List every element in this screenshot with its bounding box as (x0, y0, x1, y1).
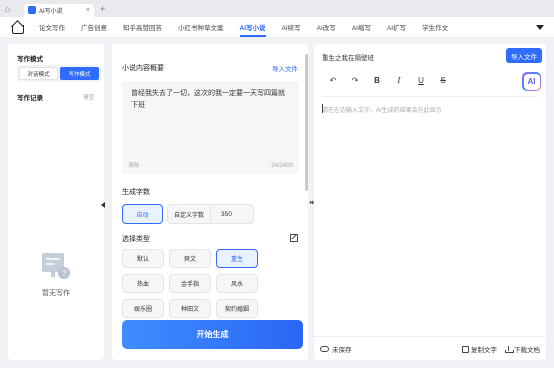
editor-placeholder[interactable]: 请在左边输入文字，AI生成的结果会在此显示 (322, 105, 442, 114)
records-title: 写作记录 (17, 95, 43, 102)
type-option[interactable]: 爽文 (169, 249, 211, 268)
mode-title: 写作模式 (17, 56, 43, 63)
ai-assistant-button[interactable]: AI (522, 72, 541, 91)
toolbar-divider (322, 96, 538, 97)
form-scrollbar[interactable] (305, 54, 308, 191)
window-tab-title: AI写小说 (39, 8, 63, 15)
download-icon (505, 345, 514, 353)
home-icon[interactable] (11, 21, 24, 34)
type-option[interactable]: 种田文 (169, 299, 211, 318)
dialog-mode-button[interactable]: 对话模式 (19, 67, 58, 80)
length-options: 自动 自定义字数 350 (122, 204, 254, 224)
collapse-sidebar-icon[interactable] (101, 202, 105, 208)
footer-divider (314, 336, 546, 337)
clear-records-button[interactable]: 清空 (83, 93, 94, 101)
home-icon[interactable]: ⌂ (5, 4, 15, 14)
redo-icon[interactable]: ↷ (344, 71, 366, 89)
type-option[interactable]: 契约婚姻 (216, 299, 258, 318)
type-option[interactable]: 风水 (216, 274, 258, 293)
tab-paper-writing[interactable]: 论文写作 (31, 17, 73, 37)
type-option[interactable]: 金手指 (169, 274, 211, 293)
summary-textarea[interactable]: 曾经我失去了一切，这次的我一定要一天写四篇就下班 清除 24/2400 (122, 81, 299, 174)
copy-text-label: 复制文字 (471, 347, 497, 354)
app-logo-icon (28, 6, 36, 14)
type-option[interactable]: 娱乐圈 (122, 299, 164, 318)
more-tabs-icon[interactable] (536, 24, 544, 30)
tab-ai-rewrite[interactable]: AI改写 (309, 17, 344, 37)
type-option-selected[interactable]: 重生 (216, 249, 258, 268)
title-bar: ⌂ AI写小说 × + (0, 0, 554, 17)
document-title[interactable]: 重生之我在隔壁班 (322, 52, 374, 62)
custom-length-button[interactable]: 自定义字数 (168, 205, 211, 223)
tab-ai-shorten[interactable]: AI缩写 (344, 17, 379, 37)
custom-length-group: 自定义字数 350 (167, 204, 254, 224)
tab-ad-creative[interactable]: 广告创意 (73, 17, 115, 37)
download-doc-button[interactable]: 下载文档 (505, 344, 540, 354)
feature-tabs-bar: 论文写作 广告创意 知乎高赞回答 小红书种草文案 AI写小说 AI续写 AI改写… (0, 17, 554, 38)
strikethrough-button[interactable]: S (432, 71, 454, 89)
copy-icon (462, 345, 469, 353)
summary-label: 小说内容概要 (122, 65, 164, 72)
feature-tabs: 论文写作 广告创意 知乎高赞回答 小红书种草文案 AI写小说 AI续写 AI改写… (31, 17, 456, 37)
import-file-link[interactable]: 导入文件 (272, 63, 298, 73)
window-tab[interactable]: AI写小说 × (24, 3, 94, 17)
new-tab-icon[interactable]: + (100, 4, 105, 14)
tab-student-essay[interactable]: 学生作文 (414, 17, 456, 37)
clear-summary-button[interactable]: 清除 (128, 161, 139, 169)
char-count: 24/2400 (271, 163, 293, 169)
generate-button[interactable]: 开始生成 (122, 320, 303, 349)
editor-toolbar: ↶ ↷ B I U S (322, 71, 538, 89)
tab-ai-novel[interactable]: AI写小说 (232, 17, 274, 37)
summary-text: 曾经我失去了一切，这次的我一定要一天写四篇就下班 (131, 90, 285, 109)
cloud-icon (320, 346, 329, 352)
close-tab-icon[interactable]: × (86, 7, 90, 14)
tab-ai-continue[interactable]: AI续写 (274, 17, 309, 37)
save-status-text: 未保存 (332, 347, 352, 354)
editor-panel: 重生之我在隔壁班 导入文件 ↶ ↷ B I U S AI 请在左边输入文字，AI… (314, 44, 546, 360)
underline-button[interactable]: U (410, 71, 432, 89)
bold-button[interactable]: B (366, 71, 388, 89)
empty-records-icon: ? (42, 253, 70, 279)
save-status: 未保存 (320, 344, 352, 354)
type-options: 默认 爽文 重生 热血 金手指 风水 娱乐圈 种田文 契约婚姻 (122, 249, 258, 318)
svg-text:?: ? (62, 269, 67, 278)
length-auto-button[interactable]: 自动 (122, 204, 163, 224)
footer-actions: 复制文字 下载文档 (462, 344, 540, 354)
type-option[interactable]: 热血 (122, 274, 164, 293)
download-doc-label: 下载文档 (514, 347, 540, 354)
tab-zhihu-answer[interactable]: 知乎高赞回答 (115, 17, 170, 37)
import-file-button[interactable]: 导入文件 (506, 48, 542, 63)
tab-xiaohongshu-copy[interactable]: 小红书种草文案 (170, 17, 232, 37)
ai-label: AI (523, 73, 540, 90)
type-option[interactable]: 默认 (122, 249, 164, 268)
type-label: 选择类型 (122, 236, 150, 243)
length-label: 生成字数 (122, 189, 150, 196)
writing-mode-button[interactable]: 写作模式 (60, 67, 99, 80)
undo-icon[interactable]: ↶ (322, 71, 344, 89)
empty-records-text: 暂无写作 (42, 290, 70, 297)
mode-switch: 对话模式 写作模式 (17, 65, 101, 82)
tab-ai-expand[interactable]: AI扩写 (379, 17, 414, 37)
copy-text-button[interactable]: 复制文字 (462, 344, 497, 354)
novel-form-panel: 小说内容概要 导入文件 曾经我失去了一切，这次的我一定要一天写四篇就下班 清除 … (112, 44, 308, 360)
edit-icon[interactable] (290, 234, 298, 242)
italic-button[interactable]: I (388, 71, 410, 89)
writing-sidebar: 写作模式 对话模式 写作模式 写作记录 清空 ? 暂无写作 (8, 44, 104, 360)
custom-length-input[interactable]: 350 (211, 205, 253, 223)
